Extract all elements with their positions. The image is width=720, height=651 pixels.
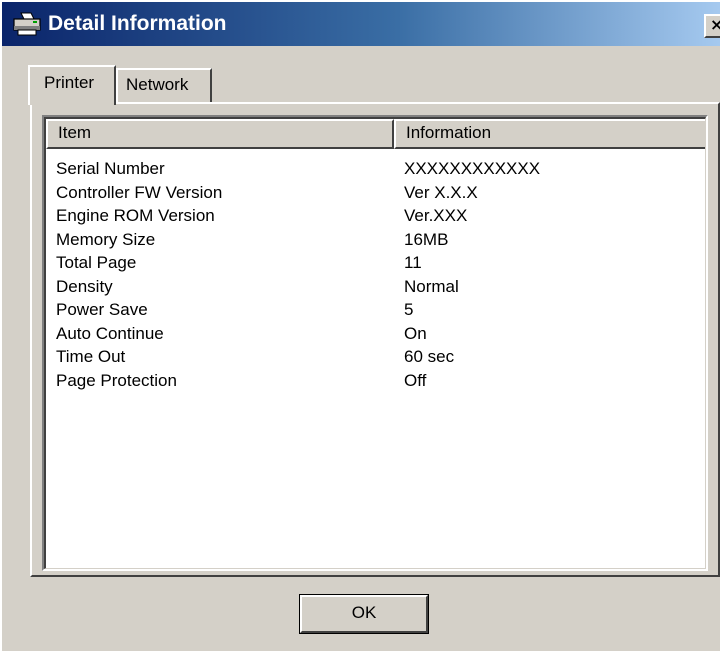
row-item-value: 5 bbox=[404, 300, 414, 319]
tab-network[interactable]: Network bbox=[116, 68, 212, 102]
list-rows: Serial Number XXXXXXXXXXXX Controller FW… bbox=[46, 157, 705, 392]
title-bar[interactable]: Detail Information × bbox=[2, 2, 720, 46]
list-row[interactable]: Density Normal bbox=[46, 275, 705, 299]
list-row[interactable]: Time Out 60 sec bbox=[46, 345, 705, 369]
column-header-item[interactable]: Item bbox=[46, 119, 394, 149]
row-item-label: Time Out bbox=[56, 347, 126, 366]
row-item-value: 11 bbox=[404, 253, 422, 272]
list-row[interactable]: Page Protection Off bbox=[46, 369, 705, 393]
detail-information-dialog: Detail Information × Printer Network Ite… bbox=[0, 0, 720, 651]
window-title: Detail Information bbox=[48, 12, 227, 35]
tab-printer[interactable]: Printer bbox=[28, 65, 116, 105]
printer-icon bbox=[13, 12, 41, 36]
row-item-label: Density bbox=[56, 276, 113, 296]
row-item-label: Page Protection bbox=[56, 370, 177, 390]
close-button[interactable]: × bbox=[704, 14, 720, 38]
row-item-label: Serial Number bbox=[56, 159, 165, 178]
row-item-label: Power Save bbox=[56, 300, 148, 319]
row-item-value: Ver X.X.X bbox=[404, 182, 478, 202]
row-item-value: Off bbox=[404, 370, 427, 390]
row-item-value: 16MB bbox=[404, 229, 449, 249]
column-header-information[interactable]: Information bbox=[394, 119, 705, 149]
list-view-frame: Item Information Serial Number XXXXXXXXX… bbox=[44, 117, 706, 569]
list-row[interactable]: Total Page 11 bbox=[46, 251, 705, 275]
row-item-value: XXXXXXXXXXXX bbox=[404, 159, 541, 178]
ok-button[interactable]: OK bbox=[299, 594, 429, 634]
row-item-value: Normal bbox=[404, 276, 459, 296]
list-row[interactable]: Power Save 5 bbox=[46, 298, 705, 322]
list-row[interactable]: Serial Number XXXXXXXXXXXX bbox=[46, 157, 705, 181]
row-item-label: Controller FW Version bbox=[56, 182, 223, 202]
row-item-value: 60 sec bbox=[404, 347, 455, 366]
row-item-value: On bbox=[404, 323, 427, 343]
list-row[interactable]: Controller FW Version Ver X.X.X bbox=[46, 181, 705, 205]
list-header: Item Information bbox=[46, 119, 705, 149]
list-row[interactable]: Engine ROM Version Ver.XXX bbox=[46, 204, 705, 228]
row-item-label: Engine ROM Version bbox=[56, 206, 215, 225]
list-row[interactable]: Memory Size 16MB bbox=[46, 228, 705, 252]
row-item-value: Ver.XXX bbox=[404, 206, 468, 225]
row-item-label: Total Page bbox=[56, 253, 137, 272]
row-item-label: Memory Size bbox=[56, 229, 156, 249]
row-item-label: Auto Continue bbox=[56, 323, 164, 343]
detail-list-view[interactable]: Item Information Serial Number XXXXXXXXX… bbox=[42, 115, 708, 571]
list-row[interactable]: Auto Continue On bbox=[46, 322, 705, 346]
